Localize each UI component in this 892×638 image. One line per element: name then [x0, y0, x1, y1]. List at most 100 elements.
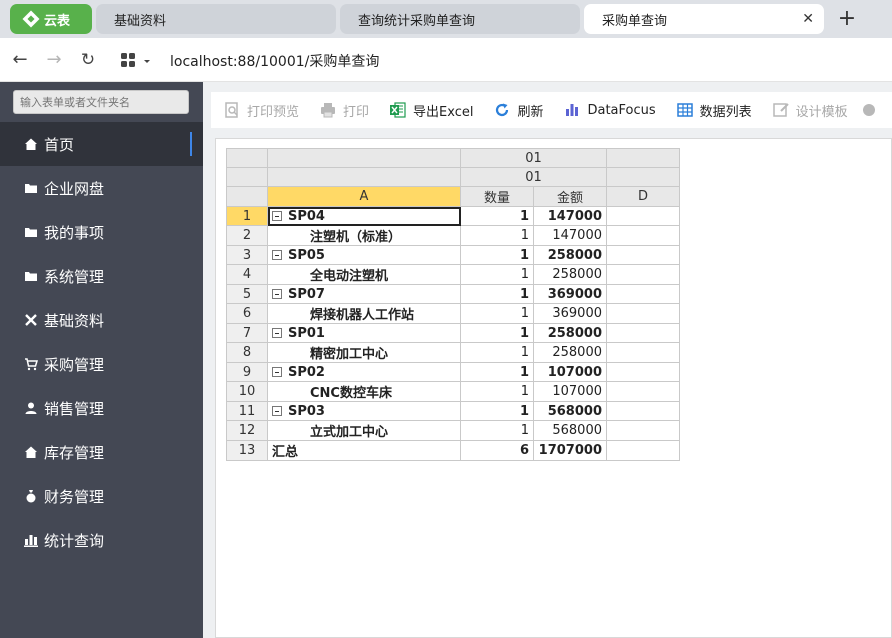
forward-arrow-icon[interactable]: → — [42, 48, 66, 72]
table-row[interactable]: 6 焊接机器人工作站 1 369000 — [226, 303, 680, 324]
qty-cell[interactable]: 1 — [460, 401, 534, 421]
item-cell[interactable]: SP03 — [267, 401, 461, 421]
refresh-button[interactable]: 刷新 — [493, 101, 543, 120]
amount-cell[interactable]: 568000 — [533, 420, 607, 441]
amount-cell[interactable]: 369000 — [533, 284, 607, 304]
table-row[interactable]: 3 SP05 1 258000 — [226, 245, 680, 265]
url-text[interactable]: localhost:88/10001/采购单查询 — [170, 51, 379, 71]
empty-cell[interactable] — [606, 284, 680, 304]
item-cell[interactable]: SP07 — [267, 284, 461, 304]
collapse-toggle-icon[interactable] — [272, 327, 282, 338]
empty-cell[interactable] — [606, 342, 680, 363]
table-row[interactable]: 12 立式加工中心 1 568000 — [226, 420, 680, 441]
empty-cell[interactable] — [606, 440, 680, 461]
table-row[interactable]: 11 SP03 1 568000 — [226, 401, 680, 421]
qty-cell[interactable]: 1 — [460, 342, 534, 363]
qty-cell[interactable]: 1 — [460, 245, 534, 265]
item-name[interactable]: CNC数控车床 — [267, 381, 461, 402]
reload-icon[interactable]: ↻ — [76, 48, 100, 72]
item-name[interactable]: 精密加工中心 — [267, 342, 461, 363]
tab-purchase-query[interactable]: 采购单查询 ✕ — [584, 4, 824, 34]
item-name[interactable]: 焊接机器人工作站 — [267, 303, 461, 324]
print-preview-button[interactable]: 打印预览 — [223, 101, 299, 120]
new-tab-icon[interactable]: + — [836, 6, 858, 32]
sidebar-item-sales[interactable]: 销售管理 — [0, 386, 203, 430]
column-header-d[interactable]: D — [606, 186, 680, 207]
empty-cell[interactable] — [606, 264, 680, 285]
back-arrow-icon[interactable]: ← — [8, 48, 32, 72]
sidebar-search-input[interactable] — [13, 90, 189, 114]
apps-grid-icon[interactable] — [120, 52, 154, 70]
qty-cell[interactable]: 1 — [460, 225, 534, 246]
column-header-a[interactable]: A — [267, 186, 461, 207]
amount-cell[interactable]: 147000 — [533, 206, 607, 226]
empty-cell[interactable] — [606, 303, 680, 324]
sidebar-item-finance[interactable]: 财务管理 — [0, 474, 203, 518]
sidebar-item-basic-data[interactable]: 基础资料 — [0, 298, 203, 342]
qty-cell[interactable]: 1 — [460, 264, 534, 285]
sidebar-item-system-admin[interactable]: 系统管理 — [0, 254, 203, 298]
qty-cell[interactable]: 1 — [460, 206, 534, 226]
collapse-toggle-icon[interactable] — [272, 366, 282, 377]
empty-cell[interactable] — [606, 225, 680, 246]
qty-cell[interactable]: 1 — [460, 362, 534, 382]
qty-cell[interactable]: 1 — [460, 323, 534, 343]
empty-cell[interactable] — [606, 323, 680, 343]
amount-cell[interactable]: 147000 — [533, 225, 607, 246]
item-cell[interactable]: SP04 — [267, 206, 461, 226]
qty-cell[interactable]: 1 — [460, 420, 534, 441]
collapse-toggle-icon[interactable] — [272, 210, 282, 221]
item-cell[interactable]: SP01 — [267, 323, 461, 343]
table-row[interactable]: 1 SP04 1 147000 — [226, 206, 680, 226]
amount-cell[interactable]: 369000 — [533, 303, 607, 324]
collapse-toggle-icon[interactable] — [272, 249, 282, 260]
collapse-toggle-icon[interactable] — [272, 405, 282, 416]
total-row[interactable]: 13 汇总 6 1707000 — [226, 440, 680, 461]
qty-cell[interactable]: 1 — [460, 284, 534, 304]
export-excel-button[interactable]: 导出Excel — [389, 101, 473, 120]
empty-cell[interactable] — [606, 245, 680, 265]
sidebar-item-home[interactable]: 首页 — [0, 122, 203, 166]
item-name[interactable]: 全电动注塑机 — [267, 264, 461, 285]
sidebar-item-enterprise-disk[interactable]: 企业网盘 — [0, 166, 203, 210]
item-cell[interactable]: SP02 — [267, 362, 461, 382]
design-template-button[interactable]: 设计模板 — [772, 101, 848, 120]
amount-cell[interactable]: 258000 — [533, 342, 607, 363]
sidebar-item-purchase[interactable]: 采购管理 — [0, 342, 203, 386]
amount-cell[interactable]: 107000 — [533, 381, 607, 402]
collapse-toggle-icon[interactable] — [272, 288, 282, 299]
data-list-button[interactable]: 数据列表 — [676, 101, 752, 120]
qty-cell[interactable]: 1 — [460, 303, 534, 324]
total-label[interactable]: 汇总 — [267, 440, 461, 461]
amount-cell[interactable]: 258000 — [533, 245, 607, 265]
print-button[interactable]: 打印 — [319, 101, 369, 120]
empty-cell[interactable] — [606, 401, 680, 421]
total-qty-cell[interactable]: 6 — [460, 440, 534, 461]
amount-cell[interactable]: 568000 — [533, 401, 607, 421]
sidebar-item-inventory[interactable]: 库存管理 — [0, 430, 203, 474]
table-row[interactable]: 4 全电动注塑机 1 258000 — [226, 264, 680, 285]
datafocus-button[interactable]: DataFocus — [563, 101, 656, 119]
sidebar-item-statistics[interactable]: 统计查询 — [0, 518, 203, 562]
sidebar-item-my-tasks[interactable]: 我的事项 — [0, 210, 203, 254]
column-header-qty[interactable]: 数量 — [460, 186, 534, 207]
table-row[interactable]: 10 CNC数控车床 1 107000 — [226, 381, 680, 402]
total-amount-cell[interactable]: 1707000 — [533, 440, 607, 461]
close-icon[interactable]: ✕ — [802, 11, 814, 27]
table-row[interactable]: 8 精密加工中心 1 258000 — [226, 342, 680, 363]
table-row[interactable]: 7 SP01 1 258000 — [226, 323, 680, 343]
more-icon[interactable] — [862, 103, 876, 117]
empty-cell[interactable] — [606, 206, 680, 226]
empty-cell[interactable] — [606, 362, 680, 382]
tab-basic-data[interactable]: 基础资料 — [96, 4, 336, 34]
item-name[interactable]: 立式加工中心 — [267, 420, 461, 441]
qty-cell[interactable]: 1 — [460, 381, 534, 402]
item-name[interactable]: 注塑机（标准） — [267, 225, 461, 246]
amount-cell[interactable]: 258000 — [533, 323, 607, 343]
app-tab[interactable]: 云表 — [10, 4, 92, 34]
item-cell[interactable]: SP05 — [267, 245, 461, 265]
table-row[interactable]: 9 SP02 1 107000 — [226, 362, 680, 382]
amount-cell[interactable]: 107000 — [533, 362, 607, 382]
amount-cell[interactable]: 258000 — [533, 264, 607, 285]
column-header-amount[interactable]: 金额 — [533, 186, 607, 207]
